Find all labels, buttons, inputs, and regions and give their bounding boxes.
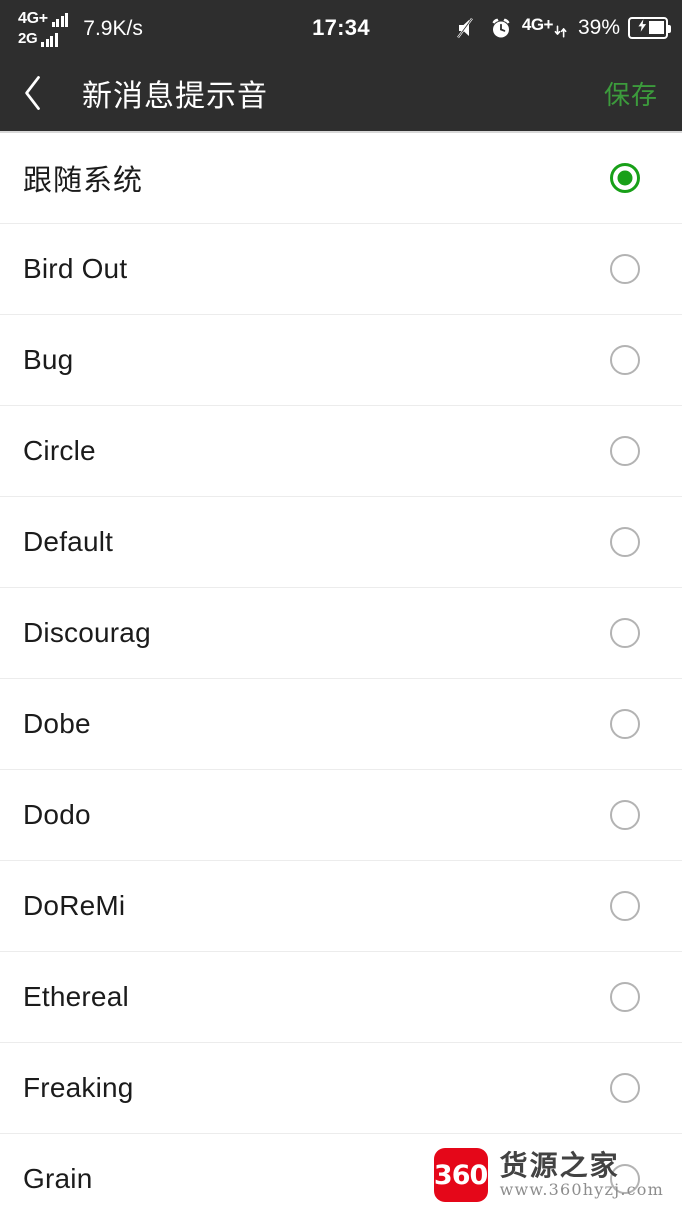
back-chevron-icon [22, 73, 44, 113]
battery-icon [628, 16, 671, 39]
sound-list-item[interactable]: Dodo [0, 770, 682, 861]
notification-sound-list: 跟随系统 Bird Out Bug Circle Default Discourag Dob… [0, 133, 682, 1212]
radio-button[interactable] [610, 709, 640, 739]
sound-list-item[interactable]: Grain [0, 1134, 682, 1212]
battery-percent-label: 39% [577, 15, 620, 39]
data-transfer-arrows-icon [554, 25, 568, 38]
sound-list-item-label: Grain [23, 1163, 93, 1194]
sound-list-item[interactable]: Circle [0, 406, 682, 497]
sound-list-item-label: Bird Out [23, 253, 128, 284]
dual-sim-indicator: 4G+ 2G [18, 8, 69, 47]
sound-list-item-label: DoReMi [23, 890, 126, 921]
page-title: 新消息提示音 [82, 80, 268, 113]
sim2-row: 2G [18, 28, 68, 47]
sound-list-item[interactable]: 跟随系统 [0, 133, 682, 224]
radio-button[interactable] [610, 254, 640, 284]
radio-button[interactable] [610, 1073, 640, 1103]
sound-list-item-label: Discourag [23, 617, 151, 648]
sound-list-item-label: Dodo [23, 799, 91, 830]
sound-list-item-label: Default [23, 526, 114, 557]
sound-list-item[interactable]: Ethereal [0, 952, 682, 1043]
radio-button[interactable] [610, 891, 640, 921]
mobile-data-label: 4G+ [521, 15, 554, 34]
app-bar: 新消息提示音 保存 [0, 55, 682, 133]
sound-list-item[interactable]: Bug [0, 315, 682, 406]
radio-button[interactable] [610, 982, 640, 1012]
sim1-signal-bars-icon [51, 12, 69, 27]
sound-list-item[interactable]: Freaking [0, 1043, 682, 1134]
alarm-clock-icon [490, 17, 512, 39]
sound-list-item-label: Circle [23, 435, 96, 466]
sim1-row: 4G+ [18, 8, 69, 27]
radio-button[interactable] [610, 1164, 640, 1194]
radio-button[interactable] [610, 527, 640, 557]
sim1-network-label: 4G+ [18, 10, 48, 27]
save-button[interactable]: 保存 [602, 67, 660, 120]
status-bar-right: 4G+ 39% [456, 15, 671, 40]
radio-button[interactable] [610, 800, 640, 830]
sim2-network-label: 2G [18, 30, 38, 47]
phone-screen: 4G+ 2G 7.9K/s 17:34 4G+ 39% 新消息提示音 保存 跟随… [0, 0, 682, 1212]
sim2-signal-bars-icon [41, 32, 58, 47]
status-bar-left: 4G+ 2G 7.9K/s [18, 8, 143, 47]
sound-list-item-label: 跟随系统 [23, 165, 144, 197]
sound-list-item-label: Bug [23, 344, 74, 375]
radio-button[interactable] [610, 618, 640, 648]
sound-list-item[interactable]: Default [0, 497, 682, 588]
mobile-data-indicator: 4G+ [521, 15, 568, 38]
sound-list-item-label: Freaking [23, 1072, 134, 1103]
sound-list-item-label: Ethereal [23, 981, 129, 1012]
status-bar: 4G+ 2G 7.9K/s 17:34 4G+ 39% [0, 0, 682, 55]
mute-speaker-icon [456, 17, 480, 39]
charging-bolt-icon [638, 18, 647, 37]
radio-button[interactable] [610, 345, 640, 375]
sound-list-item[interactable]: Discourag [0, 588, 682, 679]
back-button[interactable] [22, 67, 66, 119]
radio-button[interactable] [610, 436, 640, 466]
network-speed-label: 7.9K/s [83, 16, 143, 40]
sound-list-item[interactable]: DoReMi [0, 861, 682, 952]
sound-list-item-label: Dobe [23, 708, 91, 739]
sound-list-item[interactable]: Bird Out [0, 224, 682, 315]
sound-list-item[interactable]: Dobe [0, 679, 682, 770]
radio-button-selected[interactable] [610, 163, 640, 193]
